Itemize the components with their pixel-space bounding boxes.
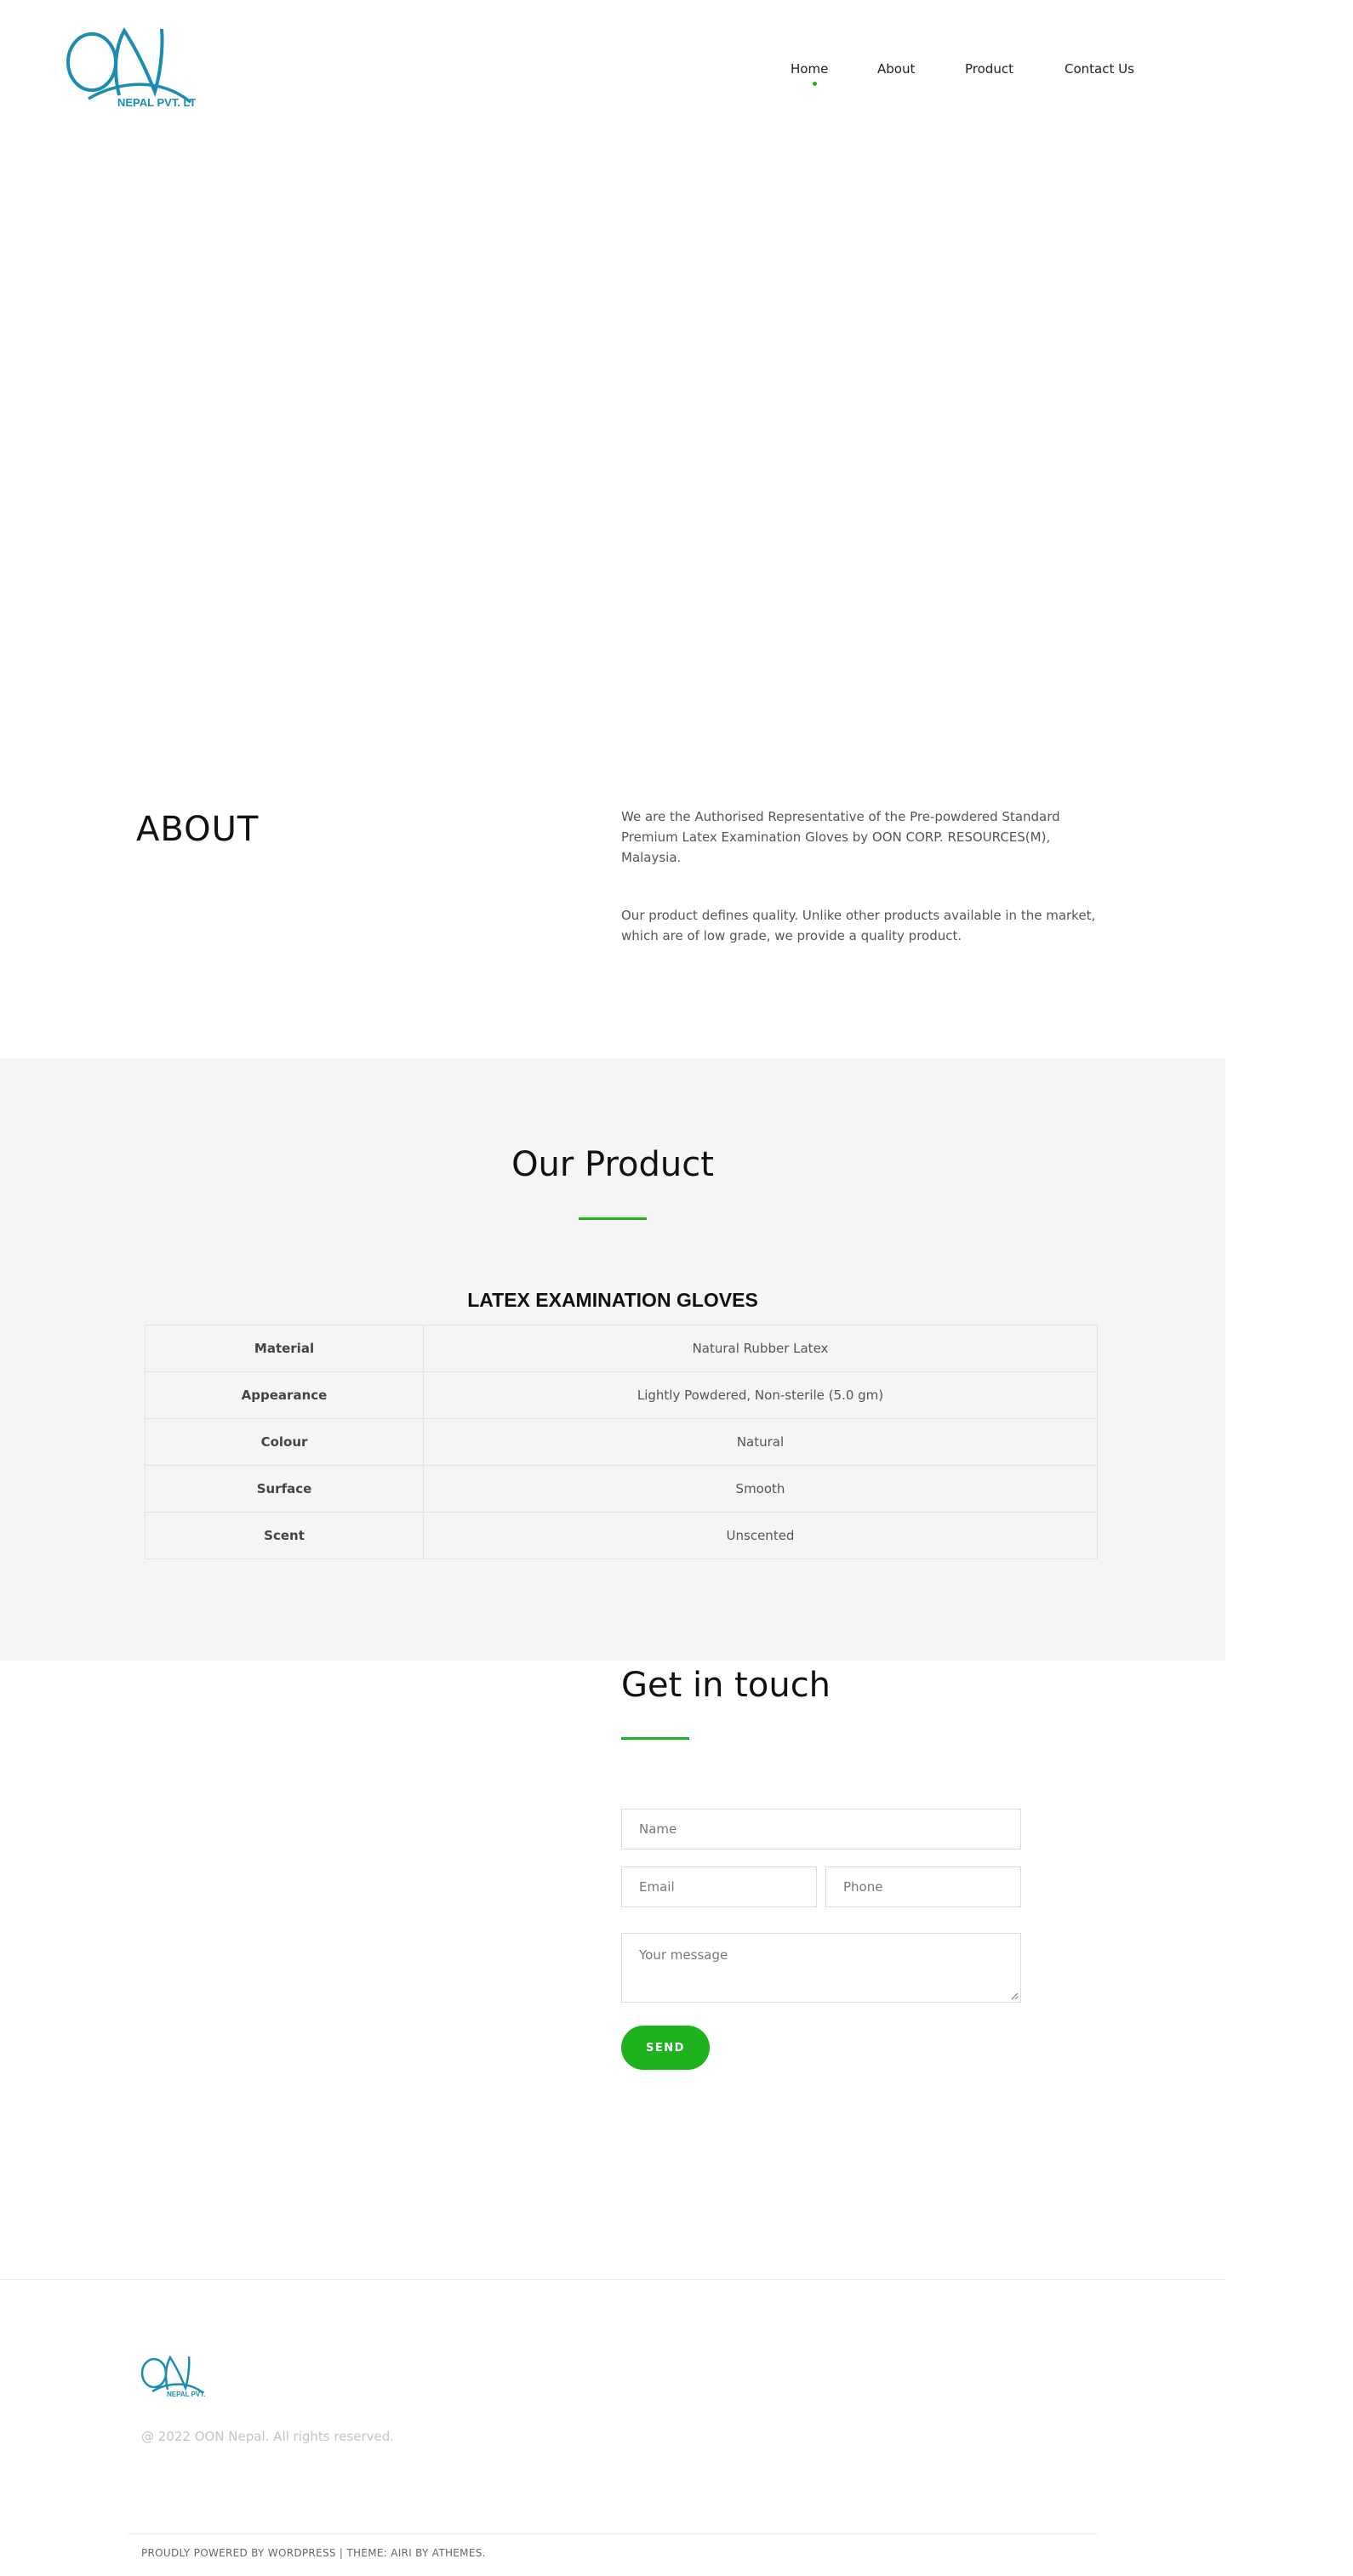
footer-divider [0,2279,1225,2280]
copyright-text: @ 2022 OON Nepal. All rights reserved. [141,2429,395,2444]
nav-contact-us[interactable]: Contact Us [1065,61,1134,77]
about-paragraph-1: We are the Authorised Representative of … [621,809,1060,865]
contact-heading-underline [621,1737,689,1740]
about-paragraph-2: Our product defines quality. Unlike othe… [621,908,1096,943]
nav-about[interactable]: About [877,61,915,77]
wordpress-link[interactable]: PROUDLY POWERED BY WORDPRESS [141,2547,336,2559]
table-row: Material Natural Rubber Latex [145,1325,1098,1372]
logo-subtitle: NEPAL PVT. LTD. [117,96,196,109]
about-heading: ABOUT [136,810,260,849]
spec-value: Natural [423,1418,1098,1466]
spec-table: Material Natural Rubber Latex Appearance… [145,1325,1098,1559]
message-placeholder: Your message [639,1947,728,1963]
nav-home[interactable]: Home [791,61,828,77]
email-placeholder: Email [639,1879,675,1895]
gloves-table-title: LATEX EXAMINATION GLOVES [467,1289,758,1311]
footer-credits: PROUDLY POWERED BY WORDPRESS | THEME: AI… [141,2547,486,2559]
phone-placeholder: Phone [843,1879,883,1895]
credits-separator: | [335,2547,347,2559]
product-heading-underline [579,1217,647,1220]
spec-value: Natural Rubber Latex [423,1325,1098,1372]
contact-heading: Get in touch [621,1666,831,1705]
nav-active-indicator [813,82,817,86]
message-textarea[interactable]: Your message [621,1933,1021,2003]
footer-credits-divider [128,2533,1098,2534]
footer-logo[interactable]: NEPAL PVT. LTD. [140,2353,222,2399]
site-logo[interactable]: NEPAL PVT. LTD. [63,24,207,112]
theme-link[interactable]: THEME: AIRI BY ATHEMES. [346,2547,485,2559]
spec-key: Scent [145,1512,424,1559]
spec-value: Smooth [423,1465,1098,1513]
nav-product[interactable]: Product [965,61,1013,77]
resize-handle-icon[interactable] [1011,1992,1019,2000]
email-input[interactable]: Email [621,1866,817,1907]
send-button[interactable]: SEND [621,2026,710,2070]
footer-logo-subtitle: NEPAL PVT. LTD. [167,2391,206,2398]
spec-value: Lightly Powdered, Non-sterile (5.0 gm) [423,1371,1098,1419]
name-input[interactable]: Name [621,1809,1021,1849]
spec-value: Unscented [423,1512,1098,1559]
spec-key: Colour [145,1418,424,1466]
table-row: Colour Natural [145,1418,1098,1466]
name-placeholder: Name [639,1821,677,1837]
table-row: Appearance Lightly Powdered, Non-sterile… [145,1371,1098,1419]
spec-key: Surface [145,1465,424,1513]
product-heading: Our Product [511,1145,714,1184]
phone-input[interactable]: Phone [825,1866,1021,1907]
spec-key: Material [145,1325,424,1372]
table-row: Surface Smooth [145,1465,1098,1513]
table-row: Scent Unscented [145,1512,1098,1559]
spec-key: Appearance [145,1371,424,1419]
